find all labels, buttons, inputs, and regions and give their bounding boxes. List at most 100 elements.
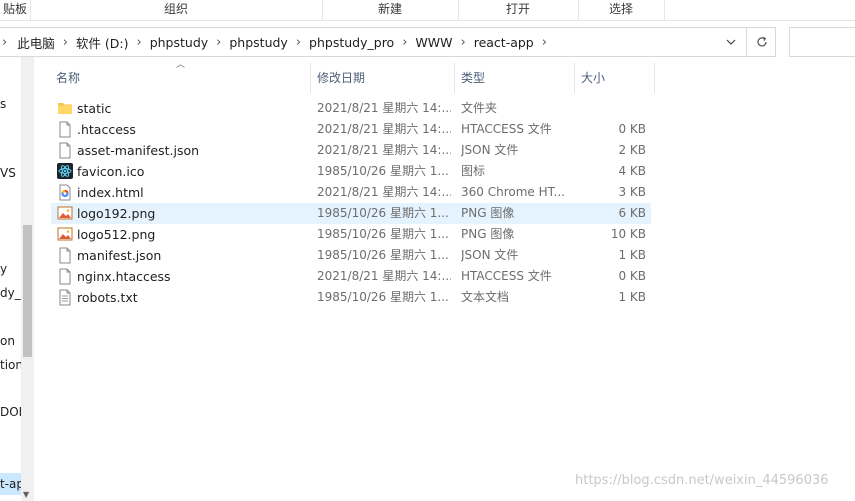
react-icon [57,163,73,180]
file-type: PNG 图像 [461,206,515,220]
file-type: 图标 [461,164,486,178]
file-name: logo192.png [77,206,156,221]
file-size: 0 KB [618,122,646,136]
nav-item[interactable]: on [0,333,21,349]
folder-icon [57,100,73,117]
file-size: 4 KB [618,164,646,178]
file-row[interactable]: logo512.png 1985/10/26 星期六 1... PNG 图像 10 K… [51,224,651,245]
file-modified: 1985/10/26 星期六 1... [317,164,449,178]
nav-item[interactable]: VS [0,165,21,181]
file-row[interactable]: index.html 2021/8/21 星期六 14:... 360 Chrome… [51,182,651,203]
breadcrumb-item[interactable]: phpstudy_pro › [303,28,409,56]
file-modified: 2021/8/21 星期六 14:... [317,143,451,157]
chevron-right-icon: › [62,34,68,50]
file-name: logo512.png [77,227,156,242]
file-size [576,98,646,119]
chevron-right-icon: › [216,34,222,50]
breadcrumb-item[interactable]: 此电脑 › [11,28,70,56]
file-size: 1 KB [618,248,646,262]
browser-icon [57,184,73,201]
file-icon [57,247,73,264]
breadcrumb: › 此电脑 › 软件 (D:) › phpstudy › phpstudy › phps… [0,28,549,56]
file-type: 文本文档 [461,290,510,304]
breadcrumb-item[interactable]: phpstudy › [144,28,224,56]
nav-item[interactable]: dy_p [0,285,21,301]
navigation-pane: s VS y dy_p on tion DON t-ap [0,57,21,501]
file-modified: 1985/10/26 星期六 1... [317,227,449,241]
column-header-modified[interactable]: 修改日期 [311,63,455,93]
file-name: asset-manifest.json [77,143,200,158]
file-modified: 1985/10/26 星期六 1... [317,206,449,220]
file-type: 360 Chrome HT... [461,185,565,199]
file-size: 1 KB [618,290,646,304]
file-modified: 2021/8/21 星期六 14:... [317,269,451,283]
file-size: 10 KB [610,227,646,241]
file-row[interactable]: robots.txt 1985/10/26 星期六 1... 文本文档 1 KB [51,287,651,308]
file-size: 6 KB [618,206,646,220]
ribbon-group-new: 新建 [322,0,459,20]
breadcrumb-item[interactable]: react-app › [468,28,549,56]
file-name: favicon.ico [77,164,145,179]
breadcrumb-item[interactable]: 软件 (D:) › [70,28,144,56]
file-type: HTACCESS 文件 [461,122,552,136]
column-header-name[interactable]: 名称 [50,63,311,93]
file-icon [57,142,73,159]
file-size: 2 KB [618,143,646,157]
file-row[interactable]: static 2021/8/21 星期六 14:... 文件夹 [51,98,651,119]
file-modified: 1985/10/26 星期六 1... [317,248,449,262]
file-name: static [77,101,112,116]
file-row[interactable]: asset-manifest.json 2021/8/21 星期六 14:... J… [51,140,651,161]
file-row[interactable]: logo192.png 1985/10/26 星期六 1... PNG 图像 6 KB [51,203,651,224]
file-icon [57,121,73,138]
file-icon [57,268,73,285]
column-header-size[interactable]: 大小 [575,63,655,93]
nav-item-selected[interactable]: t-ap [0,473,21,495]
file-modified: 2021/8/21 星期六 14:... [317,122,451,136]
file-type: JSON 文件 [461,143,519,157]
breadcrumb-item[interactable]: WWW › [409,28,467,56]
image-icon [57,226,73,243]
file-modified: 2021/8/21 星期六 14:... [317,185,451,199]
file-name: robots.txt [77,290,138,305]
file-name: .htaccess [77,122,136,137]
watermark: https://blog.csdn.net/weixin_44596036 [575,473,829,488]
file-name: nginx.htaccess [77,269,171,284]
ribbon-group-open: 打开 [458,0,579,20]
breadcrumb-item[interactable]: phpstudy › [223,28,303,56]
chevron-right-icon: › [136,34,142,50]
file-row[interactable]: nginx.htaccess 2021/8/21 星期六 14:... HTACCE… [51,266,651,287]
chevron-right-icon: › [460,34,466,50]
file-type: 文件夹 [461,101,498,115]
file-row[interactable]: manifest.json 1985/10/26 星期六 1... JSON 文件 1… [51,245,651,266]
ribbon-group-labels: 贴板 组织 新建 打开 选择 [0,0,855,21]
image-icon [57,205,73,222]
nav-item[interactable]: s [0,96,21,112]
column-header-type[interactable]: 类型 [455,63,575,93]
breadcrumb-root-chevron-icon[interactable]: › [0,35,11,50]
nav-scrollbar[interactable]: ▼ [21,57,34,501]
file-row[interactable]: favicon.ico 1985/10/26 星期六 1... 图标 4 KB [51,161,651,182]
ribbon-group-organize: 组织 [30,0,323,20]
scrollbar-thumb[interactable] [23,225,32,357]
nav-item[interactable]: tion [0,357,21,373]
file-row[interactable]: .htaccess 2021/8/21 星期六 14:... HTACCESS 文件… [51,119,651,140]
nav-item[interactable]: DON [0,404,21,420]
chevron-right-icon: › [541,34,547,50]
file-type: PNG 图像 [461,227,515,241]
ribbon-group-clipboard: 贴板 [0,0,31,20]
chevron-down-icon[interactable] [718,28,744,56]
file-type: HTACCESS 文件 [461,269,552,283]
ribbon-group-select: 选择 [578,0,665,20]
file-size: 3 KB [618,185,646,199]
search-input[interactable] [789,27,855,57]
file-size: 0 KB [618,269,646,283]
refresh-icon[interactable] [746,28,776,56]
scroll-down-arrow-icon[interactable]: ▼ [23,490,29,499]
file-type: JSON 文件 [461,248,519,262]
file-name: index.html [77,185,144,200]
address-bar[interactable]: › 此电脑 › 软件 (D:) › phpstudy › phpstudy › phps… [0,27,776,57]
chevron-right-icon: › [402,34,408,50]
chevron-right-icon: › [295,34,302,50]
nav-item[interactable]: y [0,261,21,277]
text-file-icon [57,289,73,306]
